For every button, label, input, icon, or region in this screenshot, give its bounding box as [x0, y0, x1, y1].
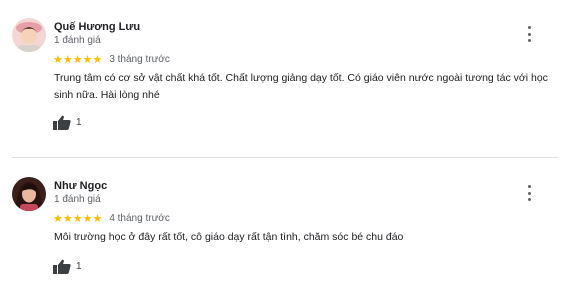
reviewer-name[interactable]: Quế Hương Lưu [54, 21, 140, 33]
review-date: 4 tháng trước [109, 212, 170, 224]
more-vert-icon[interactable] [526, 26, 532, 42]
review-count: 1 đánh giá [54, 35, 101, 46]
reviewer-name[interactable]: Như Ngọc [54, 180, 107, 192]
like-button[interactable]: 1 [53, 259, 82, 274]
review-count: 1 đánh giá [54, 194, 101, 205]
avatar-photo-icon [12, 177, 46, 211]
avatar[interactable] [12, 177, 46, 211]
more-vert-icon[interactable] [526, 185, 532, 201]
like-count: 1 [76, 117, 82, 128]
rating-row: ★★★★★ 4 tháng trước [53, 211, 170, 225]
avatar[interactable] [12, 18, 46, 52]
review-text: Môi trường học ở đây rất tốt, cô giáo dạ… [54, 231, 404, 243]
like-button[interactable]: 1 [53, 115, 82, 130]
star-rating: ★★★★★ [53, 212, 103, 225]
like-count: 1 [76, 261, 82, 272]
review-card: Quế Hương Lưu 1 đánh giá ★★★★★ 3 tháng t… [0, 0, 570, 157]
rating-row: ★★★★★ 3 tháng trước [53, 52, 170, 66]
thumbs-up-icon [53, 259, 71, 274]
review-text: Trung tâm có cơ sở vật chất khá tốt. Chấ… [54, 72, 548, 101]
star-rating: ★★★★★ [53, 53, 103, 66]
thumbs-up-icon [53, 115, 71, 130]
review-card: Như Ngọc 1 đánh giá ★★★★★ 4 tháng trước … [0, 158, 570, 285]
review-date: 3 tháng trước [109, 53, 170, 65]
avatar-photo-icon [12, 18, 46, 52]
